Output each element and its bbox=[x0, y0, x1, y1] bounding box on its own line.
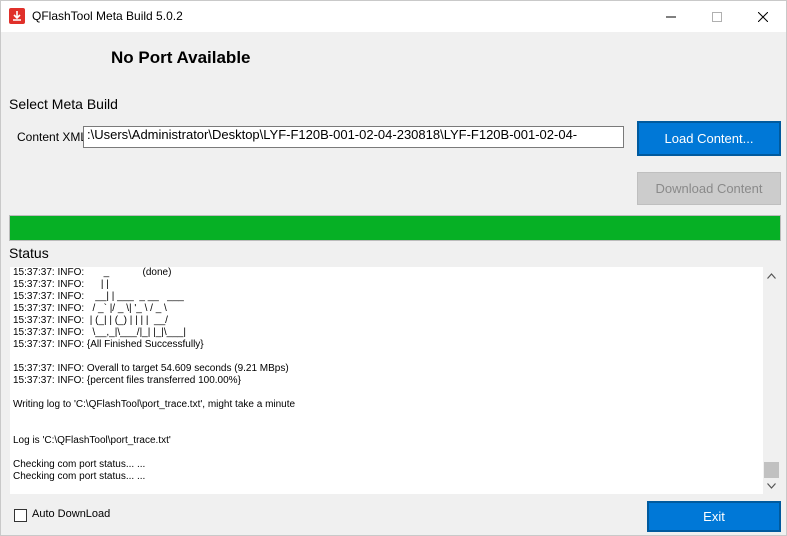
status-log-text: 15:37:37: INFO: _ (done) 15:37:37: INFO:… bbox=[13, 267, 296, 482]
meta-build-section-label: Select Meta Build bbox=[9, 96, 118, 112]
scroll-down-button[interactable] bbox=[763, 477, 780, 494]
minimize-button[interactable] bbox=[648, 1, 694, 32]
content-xml-label: Content XML bbox=[17, 130, 88, 144]
content-xml-path-field[interactable]: :\Users\Administrator\Desktop\LYF-F120B-… bbox=[83, 126, 624, 148]
app-window: QFlashTool Meta Build 5.0.2 No Port Avai… bbox=[0, 0, 787, 536]
scroll-up-button[interactable] bbox=[763, 267, 780, 284]
maximize-button[interactable] bbox=[694, 1, 740, 32]
close-button[interactable] bbox=[740, 1, 786, 32]
auto-download-label: Auto DownLoad bbox=[32, 508, 111, 520]
download-arrow-icon bbox=[9, 8, 25, 24]
exit-button[interactable]: Exit bbox=[647, 501, 781, 532]
status-log[interactable]: 15:37:37: INFO: _ (done) 15:37:37: INFO:… bbox=[9, 266, 781, 495]
window-title: QFlashTool Meta Build 5.0.2 bbox=[32, 9, 183, 23]
port-status-text: No Port Available bbox=[111, 48, 251, 67]
chevron-up-icon bbox=[767, 272, 776, 279]
download-progress-bar bbox=[9, 215, 781, 241]
log-scrollbar[interactable] bbox=[763, 267, 780, 494]
status-label: Status bbox=[9, 245, 49, 261]
title-bar[interactable]: QFlashTool Meta Build 5.0.2 bbox=[1, 1, 786, 32]
auto-download-checkbox[interactable] bbox=[14, 509, 27, 522]
scroll-thumb[interactable] bbox=[764, 462, 779, 478]
close-icon bbox=[758, 11, 768, 22]
maximize-icon bbox=[712, 11, 722, 22]
download-content-button: Download Content bbox=[637, 172, 781, 205]
progress-fill bbox=[10, 216, 780, 240]
load-content-button[interactable]: Load Content... bbox=[637, 121, 781, 156]
chevron-down-icon bbox=[767, 482, 776, 489]
minimize-icon bbox=[666, 16, 676, 17]
